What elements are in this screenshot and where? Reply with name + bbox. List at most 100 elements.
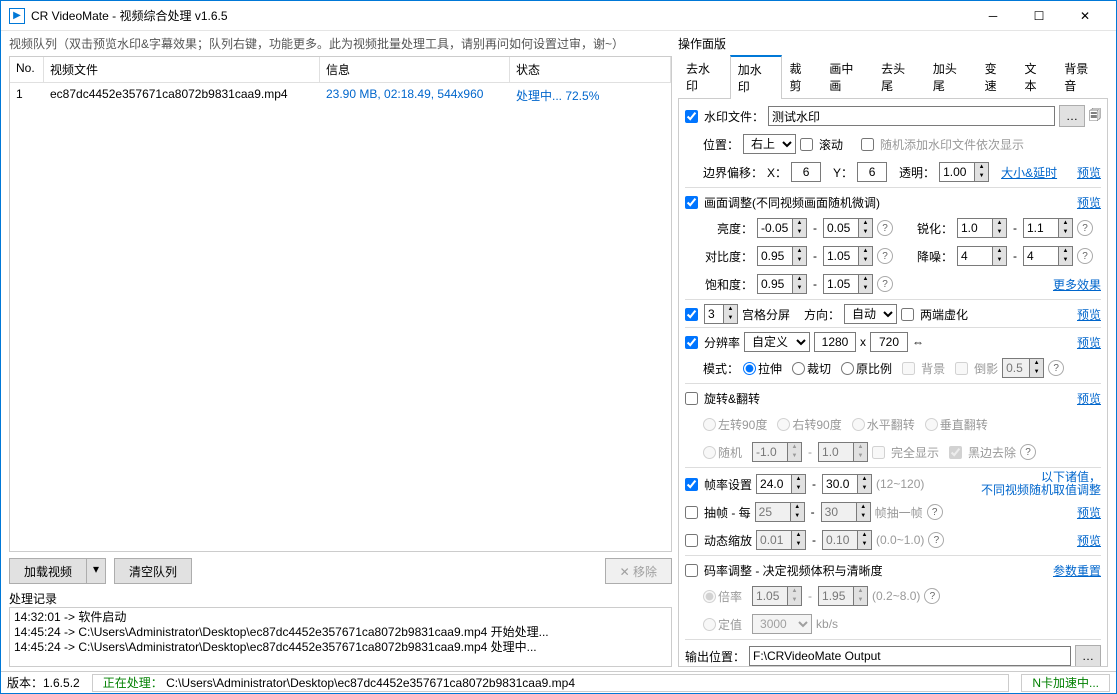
tab-pip[interactable]: 画中画 — [821, 55, 873, 99]
maximize-button[interactable]: ☐ — [1016, 1, 1062, 31]
res-mirror-val: ▲▼ — [1002, 358, 1044, 378]
help-icon[interactable]: ? — [877, 276, 893, 292]
tabs: 去水印 加水印 裁剪 画中画 去头尾 加头尾 变速 文本 背景音 — [678, 54, 1108, 99]
res-w[interactable] — [814, 332, 856, 352]
wm-random-check[interactable] — [861, 138, 874, 151]
help-icon[interactable]: ? — [877, 248, 893, 264]
wm-preview[interactable]: 预览 — [1077, 164, 1101, 181]
wm-scroll-check[interactable] — [800, 138, 813, 151]
fps-check[interactable] — [685, 478, 698, 491]
res-stretch[interactable] — [743, 362, 756, 375]
grid-preview[interactable]: 预览 — [1077, 306, 1101, 323]
help-icon[interactable]: ? — [927, 504, 943, 520]
fps2[interactable]: ▲▼ — [822, 474, 872, 494]
wm-file-check[interactable] — [685, 110, 698, 123]
adj-preview[interactable]: 预览 — [1077, 194, 1101, 211]
adj-check[interactable] — [685, 196, 698, 209]
drop-preview[interactable]: 预览 — [1077, 504, 1101, 521]
rot-hflip — [852, 418, 865, 431]
bitrate2: ▲▼ — [818, 586, 868, 606]
wm-pos-select[interactable]: 右上 — [743, 134, 796, 154]
titlebar: ▶ CR VideoMate - 视频综合处理 v1.6.5 ─ ☐ ✕ — [1, 1, 1116, 31]
status-processing: 正在处理： C:\Users\Administrator\Desktop\ec8… — [92, 674, 1010, 692]
rot-random — [703, 446, 716, 459]
help-icon[interactable]: ? — [1020, 444, 1036, 460]
noise1[interactable]: ▲▼ — [957, 246, 1007, 266]
res-ratio[interactable] — [841, 362, 854, 375]
zoom-check[interactable] — [685, 534, 698, 547]
sharp2[interactable]: ▲▼ — [1023, 218, 1073, 238]
tab-speed[interactable]: 变速 — [977, 55, 1017, 99]
rotate-preview[interactable]: 预览 — [1077, 390, 1101, 407]
tab-add-wm[interactable]: 加水印 — [730, 55, 782, 99]
tab-bgm[interactable]: 背景音 — [1056, 55, 1108, 99]
help-icon[interactable]: ? — [924, 588, 940, 604]
tab-remove-wm[interactable]: 去水印 — [678, 55, 730, 99]
bitrate-fix — [703, 618, 716, 631]
load-video-button[interactable]: 加载视频 — [9, 558, 86, 584]
wm-x[interactable] — [791, 162, 821, 182]
swap-icon[interactable]: ⇔ — [912, 335, 924, 349]
grid-dir[interactable]: 自动 — [844, 304, 897, 324]
video-table: No. 视频文件 信息 状态 1 ec87dc4452e357671ca8072… — [9, 56, 672, 552]
bright2[interactable]: ▲▼ — [823, 218, 873, 238]
contrast2[interactable]: ▲▼ — [823, 246, 873, 266]
sat2[interactable]: ▲▼ — [823, 274, 873, 294]
noise2[interactable]: ▲▼ — [1023, 246, 1073, 266]
wm-file-browse[interactable]: … — [1059, 105, 1085, 127]
output-path[interactable] — [749, 646, 1071, 666]
bright1[interactable]: ▲▼ — [757, 218, 807, 238]
output-browse[interactable]: … — [1075, 645, 1101, 667]
col-no[interactable]: No. — [10, 57, 44, 83]
res-crop[interactable] — [792, 362, 805, 375]
grid-check[interactable] — [685, 308, 698, 321]
tab-add-head[interactable]: 加头尾 — [925, 55, 977, 99]
col-info[interactable]: 信息 — [320, 57, 510, 83]
wm-alpha[interactable]: ▲▼ — [939, 162, 989, 182]
res-preview[interactable]: 预览 — [1077, 334, 1101, 351]
drop-check[interactable] — [685, 506, 698, 519]
wm-y[interactable] — [857, 162, 887, 182]
sharp1[interactable]: ▲▼ — [957, 218, 1007, 238]
res-h[interactable] — [870, 332, 908, 352]
queue-label: 视频队列（双击预览水印&字幕效果；队列右键，功能更多。此为视频批量处理工具，请别… — [9, 35, 672, 52]
table-row[interactable]: 1 ec87dc4452e357671ca8072b9831caa9.mp4 2… — [10, 83, 671, 108]
close-button[interactable]: ✕ — [1062, 1, 1108, 31]
wm-file-input[interactable] — [768, 106, 1055, 126]
col-status[interactable]: 状态 — [510, 57, 671, 83]
bitrate-reset[interactable]: 参数重置 — [1053, 562, 1101, 579]
wm-pos-label: 位置： — [703, 136, 739, 153]
tab-trim-head[interactable]: 去头尾 — [873, 55, 925, 99]
rot-full — [872, 446, 885, 459]
window-title: CR VideoMate - 视频综合处理 v1.6.5 — [31, 7, 970, 24]
contrast1[interactable]: ▲▼ — [757, 246, 807, 266]
help-icon[interactable]: ? — [1048, 360, 1064, 376]
load-video-dropdown[interactable]: ▾ — [86, 558, 106, 584]
grid-virtual-check[interactable] — [901, 308, 914, 321]
grid-n[interactable]: ▲▼ — [704, 304, 738, 324]
res-check[interactable] — [685, 336, 698, 349]
help-icon[interactable]: ? — [1077, 220, 1093, 236]
help-icon[interactable]: ? — [877, 220, 893, 236]
col-file[interactable]: 视频文件 — [44, 57, 320, 83]
app-icon: ▶ — [9, 8, 25, 24]
help-icon[interactable]: ? — [1077, 248, 1093, 264]
minimize-button[interactable]: ─ — [970, 1, 1016, 31]
tab-text[interactable]: 文本 — [1016, 55, 1056, 99]
rotate-check[interactable] — [685, 392, 698, 405]
output-label: 输出位置： — [685, 648, 745, 665]
fps1[interactable]: ▲▼ — [756, 474, 806, 494]
remove-button: ✕ 移除 — [605, 558, 672, 584]
wm-size-delay[interactable]: 大小&延时 — [1001, 164, 1057, 181]
clear-queue-button[interactable]: 清空队列 — [114, 558, 192, 584]
bitrate-check[interactable] — [685, 564, 698, 577]
help-icon[interactable]: ? — [928, 532, 944, 548]
tab-crop[interactable]: 裁剪 — [782, 55, 822, 99]
zoom-preview[interactable]: 预览 — [1077, 532, 1101, 549]
res-mode[interactable]: 自定义 — [744, 332, 810, 352]
statusbar: 版本：1.6.5.2 正在处理： C:\Users\Administrator\… — [1, 671, 1116, 693]
copy-icon[interactable]: 🗐 — [1089, 106, 1101, 127]
sat1[interactable]: ▲▼ — [757, 274, 807, 294]
adj-more[interactable]: 更多效果 — [1053, 276, 1101, 293]
rot-blackrm — [949, 446, 962, 459]
